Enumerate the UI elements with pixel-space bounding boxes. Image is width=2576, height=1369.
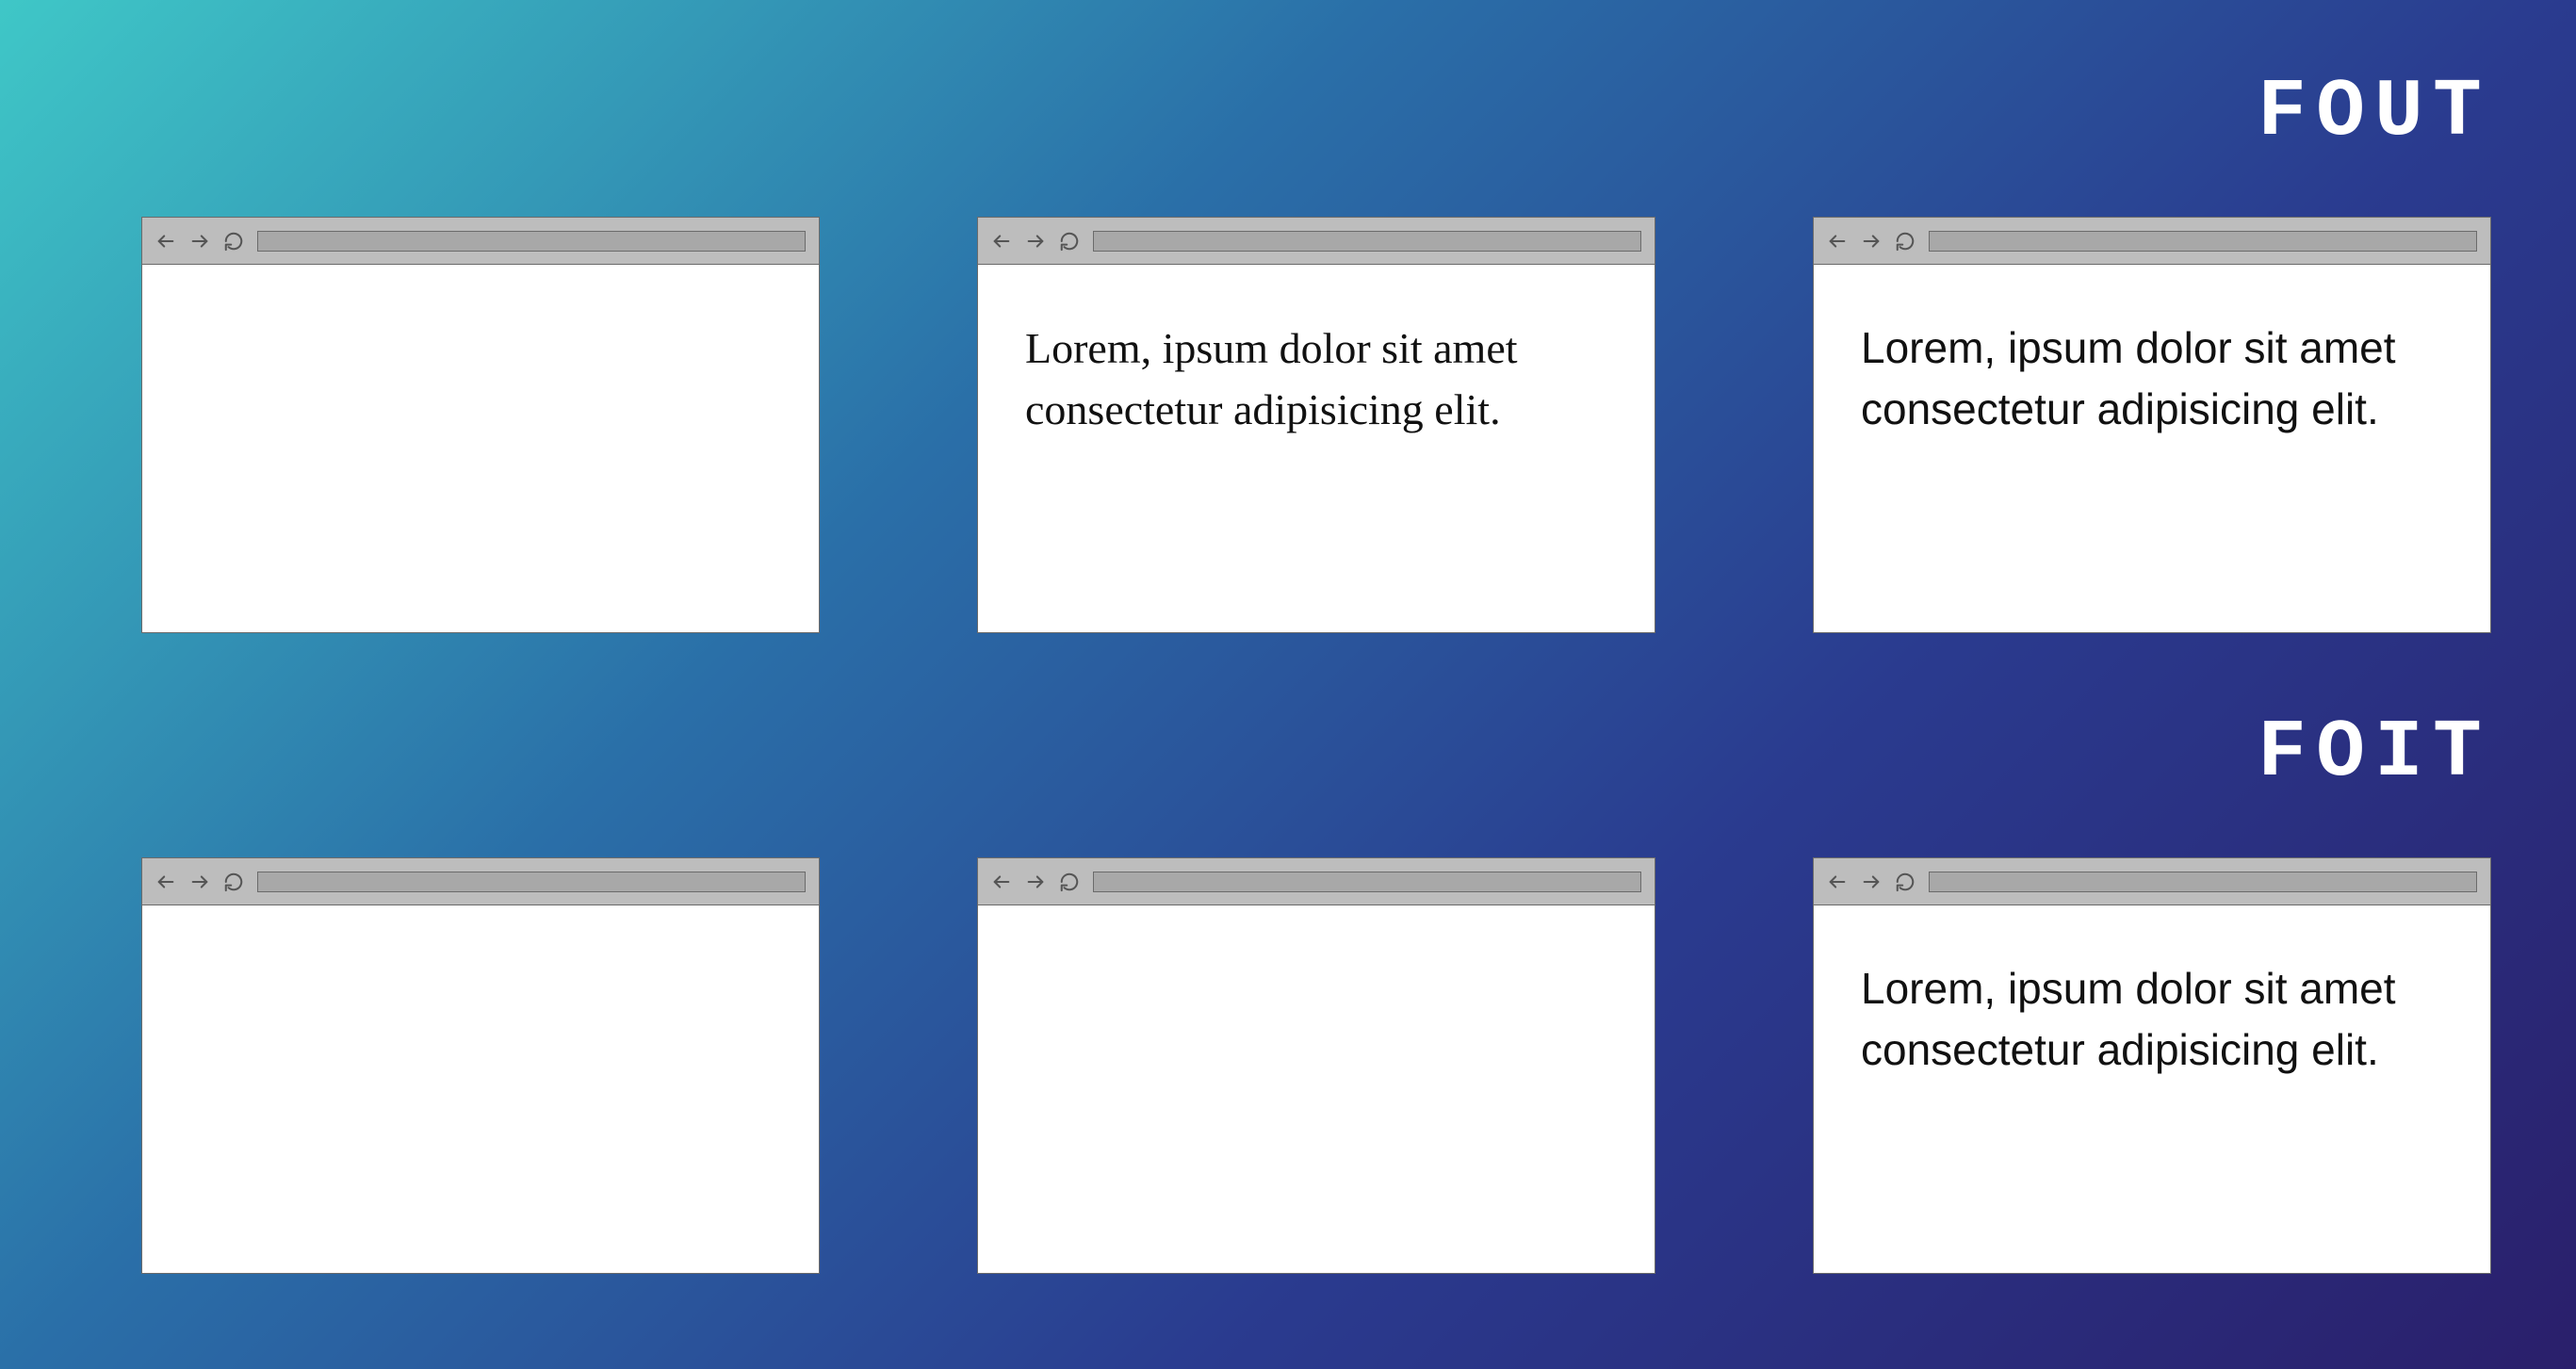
reload-icon [223,872,244,892]
browser-body: Lorem, ipsum dolor sit amet consectetur … [978,265,1655,632]
arrow-right-icon [189,231,210,252]
arrow-left-icon [991,872,1012,892]
url-bar [1929,231,2477,252]
browser-chrome [978,218,1655,265]
browser-window: Lorem, ipsum dolor sit amet consectetur … [1813,217,2491,633]
foit-row: Lorem, ipsum dolor sit amet consectetur … [141,857,2491,1274]
browser-chrome [978,858,1655,905]
url-bar [1093,872,1641,892]
browser-window [977,857,1655,1274]
arrow-left-icon [1827,231,1848,252]
browser-body [142,265,819,632]
fout-row: Lorem, ipsum dolor sit amet consectetur … [141,217,2491,633]
browser-window [141,857,820,1274]
reload-icon [1895,231,1916,252]
arrow-left-icon [155,872,176,892]
arrow-right-icon [1025,231,1046,252]
diagram-canvas: FOUT FOIT Lorem, ipsum dolor sit amet [0,0,2576,1369]
url-bar [257,872,806,892]
reload-icon [1895,872,1916,892]
arrow-left-icon [991,231,1012,252]
arrow-right-icon [1025,872,1046,892]
foit-label: FOIT [2258,707,2491,799]
browser-chrome [142,218,819,265]
url-bar [1093,231,1641,252]
url-bar [1929,872,2477,892]
body-text-sans: Lorem, ipsum dolor sit amet consectetur … [1861,958,2443,1082]
browser-chrome [142,858,819,905]
browser-window [141,217,820,633]
browser-body: Lorem, ipsum dolor sit amet consectetur … [1814,905,2490,1273]
reload-icon [1059,872,1080,892]
browser-window: Lorem, ipsum dolor sit amet consectetur … [1813,857,2491,1274]
reload-icon [1059,231,1080,252]
browser-body [978,905,1655,1273]
body-text-serif: Lorem, ipsum dolor sit amet consectetur … [1025,318,1607,441]
browser-window: Lorem, ipsum dolor sit amet consectetur … [977,217,1655,633]
reload-icon [223,231,244,252]
arrow-left-icon [1827,872,1848,892]
arrow-right-icon [189,872,210,892]
browser-chrome [1814,218,2490,265]
url-bar [257,231,806,252]
arrow-right-icon [1861,872,1882,892]
browser-body [142,905,819,1273]
body-text-sans: Lorem, ipsum dolor sit amet consectetur … [1861,318,2443,441]
browser-chrome [1814,858,2490,905]
arrow-left-icon [155,231,176,252]
browser-body: Lorem, ipsum dolor sit amet consectetur … [1814,265,2490,632]
fout-label: FOUT [2258,66,2491,158]
arrow-right-icon [1861,231,1882,252]
